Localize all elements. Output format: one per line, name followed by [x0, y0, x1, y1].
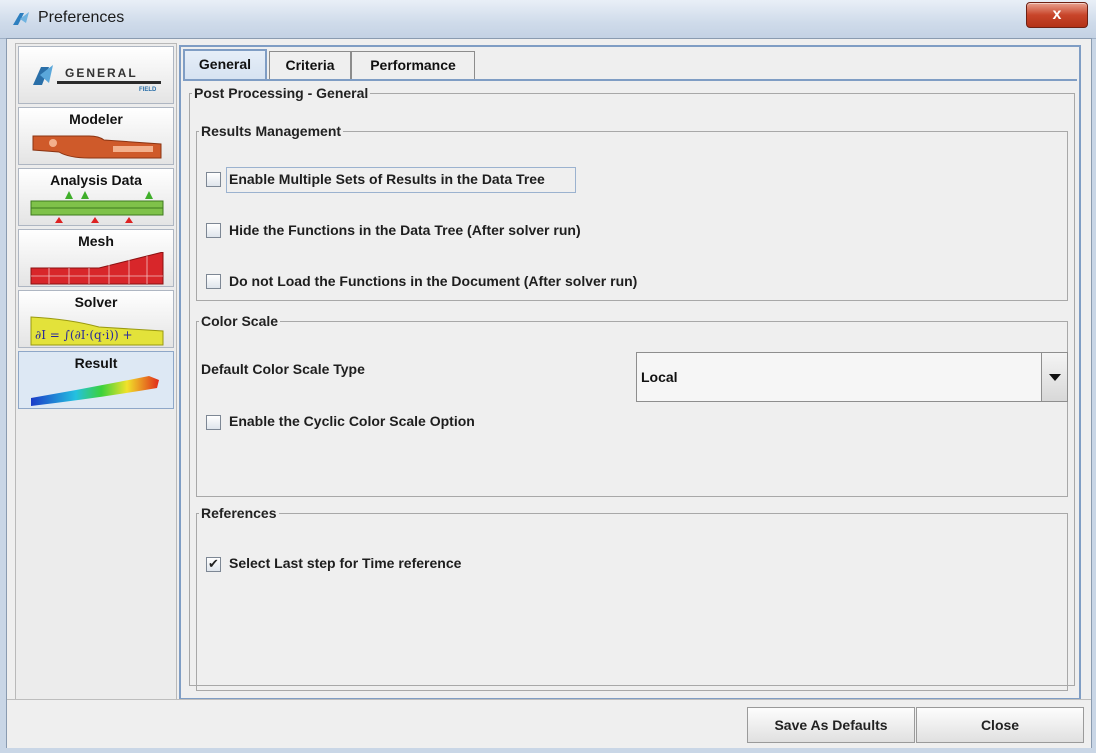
category-general[interactable]: GENERAL FIELD [18, 46, 174, 104]
enable-multiple-sets-label: Enable Multiple Sets of Results in the D… [229, 171, 545, 187]
category-solver[interactable]: Solver ∂I = ∫(∂I·(q·i)) + [18, 290, 174, 348]
color-scale-group: Color Scale Default Color Scale Type Ena… [196, 313, 1068, 497]
chevron-down-icon[interactable] [1041, 353, 1067, 401]
mesh-icon [30, 252, 164, 285]
tab-criteria[interactable]: Criteria [269, 51, 351, 79]
references-group: References Select Last step for Time ref… [196, 505, 1068, 691]
category-analysis-data[interactable]: Analysis Data [18, 168, 174, 226]
solver-equation-icon: ∂I = ∫(∂I·(q·i)) + [30, 316, 164, 346]
last-step-time-reference-label: Select Last step for Time reference [229, 555, 462, 571]
category-analysis-data-label: Analysis Data [50, 172, 142, 188]
preferences-dialog: GENERAL FIELD Modeler Analysis Data Mesh [6, 38, 1092, 748]
app-logo-icon [13, 12, 29, 25]
tab-general-content: Post Processing - General Results Manage… [183, 79, 1077, 694]
title-bar: Preferences x [0, 0, 1096, 39]
preferences-main-panel: General Criteria Performance Post Proces… [179, 45, 1081, 700]
hide-functions-checkbox[interactable] [206, 223, 221, 238]
cyclic-color-scale-checkbox[interactable] [206, 415, 221, 430]
solver-formula: ∂I = ∫(∂I·(q·i)) + [35, 328, 133, 342]
general-logo-text: GENERAL [65, 66, 138, 80]
last-step-time-reference-checkbox[interactable] [206, 556, 221, 572]
window-title: Preferences [38, 9, 125, 26]
post-processing-group: Post Processing - General Results Manage… [189, 85, 1075, 691]
results-management-group: Results Management Enable Multiple Sets … [196, 123, 1068, 301]
do-not-load-functions-label: Do not Load the Functions in the Documen… [229, 273, 638, 289]
color-scale-type-select[interactable]: Local [636, 352, 1068, 402]
color-scale-title: Color Scale [201, 313, 279, 329]
close-button[interactable]: Close [916, 707, 1084, 743]
references-title: References [201, 505, 277, 521]
category-result-label: Result [74, 355, 118, 371]
category-result[interactable]: Result [18, 351, 174, 409]
tab-general[interactable]: General [183, 49, 267, 81]
do-not-load-functions-checkbox[interactable] [206, 274, 221, 289]
category-mesh[interactable]: Mesh [18, 229, 174, 287]
default-color-scale-type-label: Default Color Scale Type [201, 361, 365, 377]
modeler-part-icon [32, 135, 162, 159]
save-as-defaults-button[interactable]: Save As Defaults [747, 707, 915, 743]
window-close-button[interactable]: x [1026, 2, 1088, 28]
color-scale-type-value: Local [641, 369, 678, 385]
category-panel: GENERAL FIELD Modeler Analysis Data Mesh [15, 43, 177, 701]
hide-functions-label: Hide the Functions in the Data Tree (Aft… [229, 222, 581, 238]
analysis-data-loads-icon [30, 191, 164, 223]
category-modeler[interactable]: Modeler [18, 107, 174, 165]
general-logo-subtext: FIELD [139, 87, 157, 93]
post-processing-title: Post Processing - General [194, 85, 369, 101]
enable-multiple-sets-checkbox[interactable] [206, 172, 221, 187]
dialog-button-bar: Save As Defaults Close [7, 699, 1091, 748]
tab-performance[interactable]: Performance [351, 51, 475, 79]
category-mesh-label: Mesh [78, 233, 114, 249]
category-modeler-label: Modeler [69, 111, 123, 127]
category-solver-label: Solver [74, 294, 118, 310]
result-contour-icon [31, 376, 159, 406]
cyclic-color-scale-label: Enable the Cyclic Color Scale Option [229, 413, 475, 429]
results-management-title: Results Management [201, 123, 342, 139]
